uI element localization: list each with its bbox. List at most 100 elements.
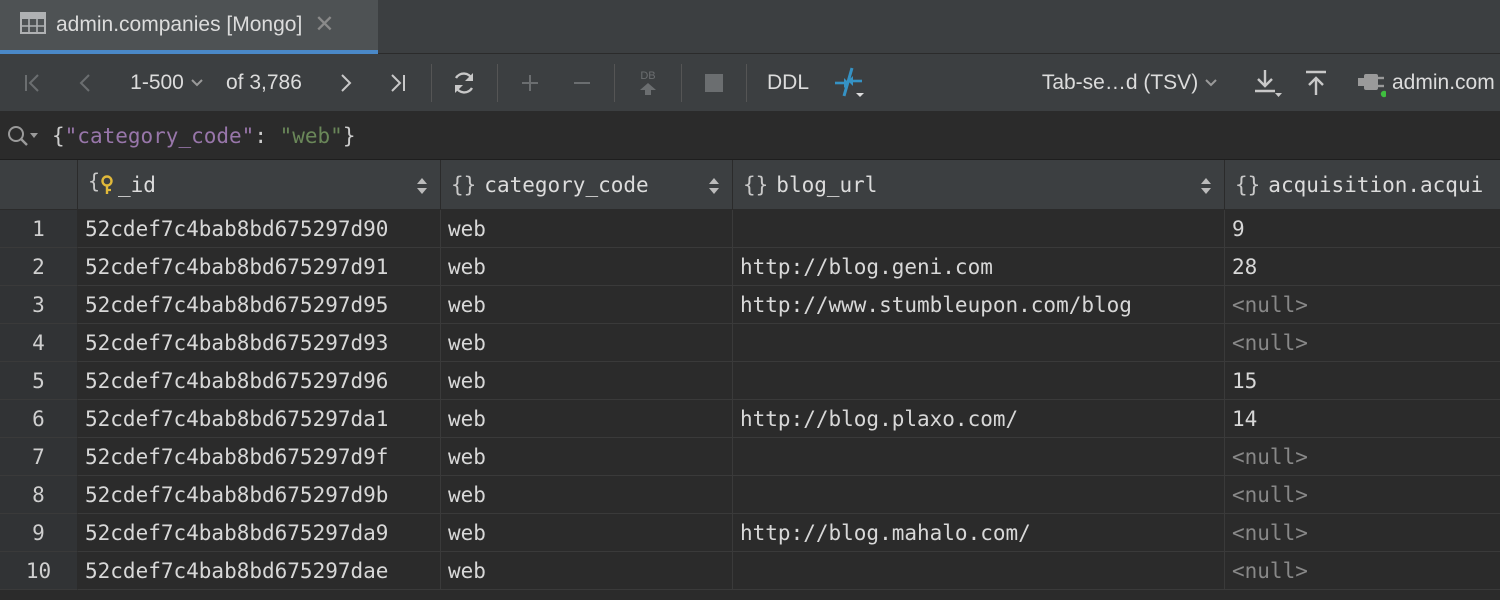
cell-blog-url[interactable]: [733, 476, 1225, 514]
cell-id[interactable]: 52cdef7c4bab8bd675297d93: [78, 324, 441, 362]
next-page-icon[interactable]: [331, 54, 361, 112]
cell-acq[interactable]: <null>: [1225, 476, 1500, 514]
table-row[interactable]: 8 52cdef7c4bab8bd675297d9b web <null>: [0, 476, 1500, 514]
last-page-icon[interactable]: [382, 54, 412, 112]
table-row[interactable]: 9 52cdef7c4bab8bd675297da9 web http://blog.…: [0, 514, 1500, 552]
cell-blog-url[interactable]: [733, 438, 1225, 476]
chevron-down-icon: [191, 79, 203, 87]
submit-to-db-icon[interactable]: DB: [632, 54, 664, 112]
cell-blog-url[interactable]: http://www.stumbleupon.com/blog: [733, 286, 1225, 324]
reload-icon[interactable]: [448, 54, 480, 112]
cell-acq[interactable]: <null>: [1225, 286, 1500, 324]
ddl-button[interactable]: DDL: [762, 54, 814, 112]
table-row[interactable]: 1 52cdef7c4bab8bd675297d90 web 9: [0, 210, 1500, 248]
cell-blog-url[interactable]: [733, 210, 1225, 248]
row-number: 3: [0, 286, 78, 324]
page-range-dropdown[interactable]: 1-500: [122, 54, 212, 112]
sort-icon[interactable]: [708, 177, 720, 195]
previous-page-icon[interactable]: [70, 54, 100, 112]
cell-id[interactable]: 52cdef7c4bab8bd675297d91: [78, 248, 441, 286]
connection-icon: [1356, 68, 1386, 98]
table-row[interactable]: 3 52cdef7c4bab8bd675297d95 web http://www.s…: [0, 286, 1500, 324]
cell-acq[interactable]: 9: [1225, 210, 1500, 248]
row-number: 7: [0, 438, 78, 476]
cell-id[interactable]: 52cdef7c4bab8bd675297d9b: [78, 476, 441, 514]
stop-icon[interactable]: [699, 54, 729, 112]
table-row[interactable]: 4 52cdef7c4bab8bd675297d93 web <null>: [0, 324, 1500, 362]
export-format-dropdown[interactable]: Tab-se…d (TSV): [1030, 54, 1230, 112]
cell-blog-url[interactable]: [733, 552, 1225, 590]
cell-blog-url[interactable]: http://blog.geni.com: [733, 248, 1225, 286]
column-header-blog-url[interactable]: {} blog_url: [733, 160, 1225, 210]
cell-blog-url[interactable]: [733, 324, 1225, 362]
toolbar-divider: [614, 64, 615, 102]
cell-id[interactable]: 52cdef7c4bab8bd675297dae: [78, 552, 441, 590]
key-object-icon: {: [88, 169, 118, 200]
row-number: 10: [0, 552, 78, 590]
column-header-acquisition[interactable]: {} acquisition.acqui: [1225, 160, 1500, 210]
compare-icon[interactable]: [830, 54, 868, 112]
cell-category-code[interactable]: web: [441, 438, 733, 476]
table-row[interactable]: 2 52cdef7c4bab8bd675297d91 web http://blog.…: [0, 248, 1500, 286]
table-icon: [20, 11, 46, 39]
sort-icon[interactable]: [1200, 177, 1212, 195]
connection-selector[interactable]: admin.com: [1356, 54, 1500, 112]
table-row[interactable]: 10 52cdef7c4bab8bd675297dae web <null>: [0, 552, 1500, 590]
cell-id[interactable]: 52cdef7c4bab8bd675297da1: [78, 400, 441, 438]
svg-text:{: {: [88, 169, 100, 193]
chevron-down-icon: [1205, 79, 1217, 87]
toolbar-divider: [497, 64, 498, 102]
filter-bar: {"category_code": "web"}: [0, 112, 1500, 160]
toolbar-divider: [746, 64, 747, 102]
filter-input[interactable]: {"category_code": "web"}: [52, 112, 355, 160]
cell-acq[interactable]: <null>: [1225, 552, 1500, 590]
cell-id[interactable]: 52cdef7c4bab8bd675297d9f: [78, 438, 441, 476]
table-row[interactable]: 5 52cdef7c4bab8bd675297d96 web 15: [0, 362, 1500, 400]
cell-category-code[interactable]: web: [441, 400, 733, 438]
cell-category-code[interactable]: web: [441, 476, 733, 514]
object-icon: {}: [1235, 172, 1261, 197]
cell-category-code[interactable]: web: [441, 362, 733, 400]
row-number: 8: [0, 476, 78, 514]
toolbar-divider: [681, 64, 682, 102]
cell-blog-url[interactable]: http://blog.plaxo.com/: [733, 400, 1225, 438]
delete-row-icon[interactable]: [567, 54, 597, 112]
import-icon[interactable]: [1300, 54, 1332, 112]
cell-category-code[interactable]: web: [441, 514, 733, 552]
sort-icon[interactable]: [416, 177, 428, 195]
cell-id[interactable]: 52cdef7c4bab8bd675297da9: [78, 514, 441, 552]
add-row-icon[interactable]: [515, 54, 545, 112]
row-number-header: [0, 160, 78, 210]
cell-blog-url[interactable]: http://blog.mahalo.com/: [733, 514, 1225, 552]
table-row[interactable]: 7 52cdef7c4bab8bd675297d9f web <null>: [0, 438, 1500, 476]
column-header-category-code[interactable]: {} category_code: [441, 160, 733, 210]
row-number: 1: [0, 210, 78, 248]
column-header-id[interactable]: { _id: [78, 160, 441, 210]
cell-category-code[interactable]: web: [441, 552, 733, 590]
cell-category-code[interactable]: web: [441, 324, 733, 362]
close-icon[interactable]: ✕: [314, 13, 334, 37]
object-icon: {}: [743, 172, 769, 197]
cell-category-code[interactable]: web: [441, 248, 733, 286]
cell-category-code[interactable]: web: [441, 210, 733, 248]
tab-admin-companies[interactable]: admin.companies [Mongo] ✕: [0, 0, 378, 54]
cell-acq[interactable]: 15: [1225, 362, 1500, 400]
row-number: 5: [0, 362, 78, 400]
cell-acq[interactable]: <null>: [1225, 438, 1500, 476]
search-icon[interactable]: [6, 124, 42, 153]
row-number: 6: [0, 400, 78, 438]
table-row[interactable]: 6 52cdef7c4bab8bd675297da1 web http://blog.…: [0, 400, 1500, 438]
cell-acq[interactable]: <null>: [1225, 514, 1500, 552]
export-icon[interactable]: [1250, 54, 1284, 112]
cell-blog-url[interactable]: [733, 362, 1225, 400]
cell-id[interactable]: 52cdef7c4bab8bd675297d95: [78, 286, 441, 324]
first-page-icon[interactable]: [18, 54, 48, 112]
cell-acq[interactable]: <null>: [1225, 324, 1500, 362]
cell-category-code[interactable]: web: [441, 286, 733, 324]
cell-id[interactable]: 52cdef7c4bab8bd675297d96: [78, 362, 441, 400]
cell-id[interactable]: 52cdef7c4bab8bd675297d90: [78, 210, 441, 248]
data-toolbar: 1-500 of 3,786 DB DDL Tab-se…d (TSV) adm…: [0, 54, 1500, 112]
export-format: Tab-se…d (TSV): [1041, 71, 1199, 94]
cell-acq[interactable]: 14: [1225, 400, 1500, 438]
cell-acq[interactable]: 28: [1225, 248, 1500, 286]
